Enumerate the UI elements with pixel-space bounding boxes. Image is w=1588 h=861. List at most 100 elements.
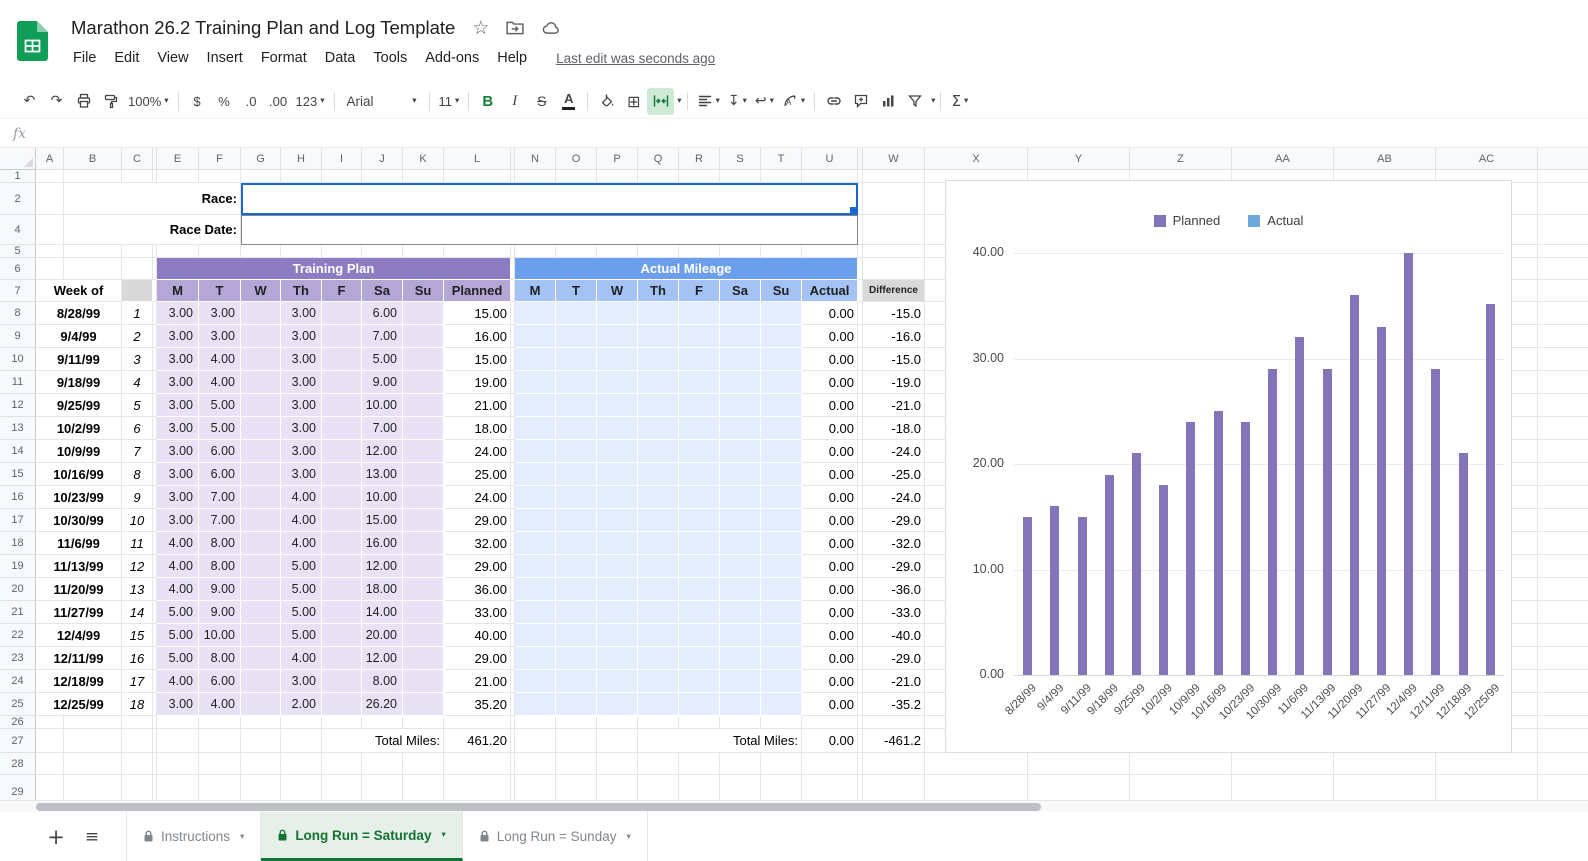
cell[interactable] (925, 775, 1028, 800)
difference-cell[interactable]: -25.0 (863, 463, 925, 486)
plan-value-cell[interactable]: 3.00 (157, 440, 199, 463)
cell[interactable] (122, 716, 153, 729)
actual-value-cell[interactable] (556, 693, 597, 716)
actual-value-cell[interactable] (761, 463, 802, 486)
col-header-n[interactable]: N (515, 148, 556, 170)
move-to-folder-button[interactable] (506, 20, 524, 36)
actual-day-header-cell[interactable]: M (515, 280, 556, 302)
row-header-10[interactable]: 10 (0, 348, 36, 371)
week-num-cell[interactable]: 8 (122, 463, 153, 486)
week-num-cell[interactable]: 17 (122, 670, 153, 693)
vertical-align-button[interactable]: ↧ ▾ (724, 88, 751, 115)
actual-sum-cell[interactable]: 0.00 (802, 463, 858, 486)
col-header-l[interactable]: L (444, 148, 511, 170)
week-num-cell[interactable]: 14 (122, 601, 153, 624)
week-num-cell[interactable]: 1 (122, 302, 153, 325)
actual-sum-cell[interactable]: 0.00 (802, 555, 858, 578)
actual-sum-cell[interactable]: 0.00 (802, 601, 858, 624)
plan-value-cell[interactable] (322, 555, 362, 578)
planned-total-cell[interactable]: 21.00 (444, 394, 511, 417)
menu-format[interactable]: Format (252, 46, 316, 70)
actual-sum-cell[interactable]: 0.00 (802, 417, 858, 440)
plan-value-cell[interactable]: 16.00 (362, 532, 403, 555)
actual-value-cell[interactable] (679, 601, 720, 624)
row-header-7[interactable]: 7 (0, 280, 36, 302)
cell[interactable] (1538, 509, 1588, 532)
plan-value-cell[interactable]: 3.00 (157, 394, 199, 417)
planned-total-cell[interactable]: 40.00 (444, 624, 511, 647)
row-header-8[interactable]: 8 (0, 302, 36, 325)
plan-value-cell[interactable]: 4.00 (157, 670, 199, 693)
cell[interactable] (1538, 775, 1588, 800)
cell[interactable] (720, 753, 761, 775)
plan-value-cell[interactable] (322, 417, 362, 440)
plan-value-cell[interactable]: 8.00 (362, 670, 403, 693)
week-num-cell[interactable]: 2 (122, 325, 153, 348)
actual-value-cell[interactable] (556, 417, 597, 440)
planned-total-cell[interactable]: 29.00 (444, 647, 511, 670)
plan-value-cell[interactable] (241, 578, 281, 601)
horizontal-align-button[interactable]: ▾ (693, 88, 724, 115)
planned-total-cell[interactable]: 32.00 (444, 532, 511, 555)
actual-day-header-cell[interactable]: Su (761, 280, 802, 302)
row-header-16[interactable]: 16 (0, 486, 36, 509)
actual-value-cell[interactable] (556, 532, 597, 555)
row-header-23[interactable]: 23 (0, 647, 36, 670)
actual-value-cell[interactable] (638, 578, 679, 601)
actual-value-cell[interactable] (720, 394, 761, 417)
plan-value-cell[interactable]: 3.00 (157, 325, 199, 348)
planned-total-cell[interactable]: 25.00 (444, 463, 511, 486)
actual-value-cell[interactable] (515, 417, 556, 440)
actual-value-cell[interactable] (720, 348, 761, 371)
plan-value-cell[interactable]: 8.00 (199, 647, 241, 670)
plan-value-cell[interactable] (322, 440, 362, 463)
plan-value-cell[interactable] (241, 325, 281, 348)
actual-value-cell[interactable] (515, 555, 556, 578)
difference-cell[interactable]: -24.0 (863, 440, 925, 463)
actual-value-cell[interactable] (515, 693, 556, 716)
cell[interactable] (1538, 486, 1588, 509)
actual-value-cell[interactable] (720, 440, 761, 463)
actual-value-cell[interactable] (556, 486, 597, 509)
actual-value-cell[interactable] (597, 486, 638, 509)
plan-value-cell[interactable] (241, 394, 281, 417)
difference-cell[interactable]: -40.0 (863, 624, 925, 647)
italic-button[interactable]: I (501, 88, 528, 115)
plan-value-cell[interactable] (322, 647, 362, 670)
cell[interactable] (761, 170, 802, 183)
cell[interactable] (515, 716, 556, 729)
actual-value-cell[interactable] (720, 532, 761, 555)
planned-grand-total-cell[interactable]: 461.20 (444, 729, 511, 753)
plan-value-cell[interactable]: 10.00 (362, 394, 403, 417)
week-num-cell[interactable]: 11 (122, 532, 153, 555)
cell[interactable] (863, 215, 925, 245)
menu-insert[interactable]: Insert (198, 46, 252, 70)
plan-value-cell[interactable] (403, 348, 444, 371)
actual-value-cell[interactable] (597, 624, 638, 647)
plan-value-cell[interactable]: 9.00 (362, 371, 403, 394)
cell[interactable] (1436, 753, 1538, 775)
row-header-2[interactable]: 2 (0, 183, 36, 215)
plan-value-cell[interactable]: 5.00 (281, 555, 322, 578)
cell[interactable] (1538, 555, 1588, 578)
actual-sum-cell[interactable]: 0.00 (802, 486, 858, 509)
actual-value-cell[interactable] (556, 601, 597, 624)
tab-menu-caret[interactable]: ▾ (441, 830, 445, 840)
plan-value-cell[interactable] (322, 394, 362, 417)
plan-value-cell[interactable] (403, 647, 444, 670)
plan-value-cell[interactable] (241, 693, 281, 716)
plan-value-cell[interactable] (322, 486, 362, 509)
week-date-cell[interactable]: 9/4/99 (36, 325, 122, 348)
plan-value-cell[interactable] (322, 348, 362, 371)
actual-value-cell[interactable] (638, 371, 679, 394)
actual-value-cell[interactable] (761, 532, 802, 555)
plan-value-cell[interactable]: 12.00 (362, 440, 403, 463)
cell[interactable] (1538, 729, 1588, 753)
actual-value-cell[interactable] (638, 325, 679, 348)
cell[interactable] (64, 170, 122, 183)
insert-chart-button[interactable] (874, 88, 901, 115)
paint-format-button[interactable] (97, 88, 124, 115)
planned-total-cell[interactable]: 15.00 (444, 348, 511, 371)
cell[interactable] (1538, 417, 1588, 440)
actual-value-cell[interactable] (515, 601, 556, 624)
